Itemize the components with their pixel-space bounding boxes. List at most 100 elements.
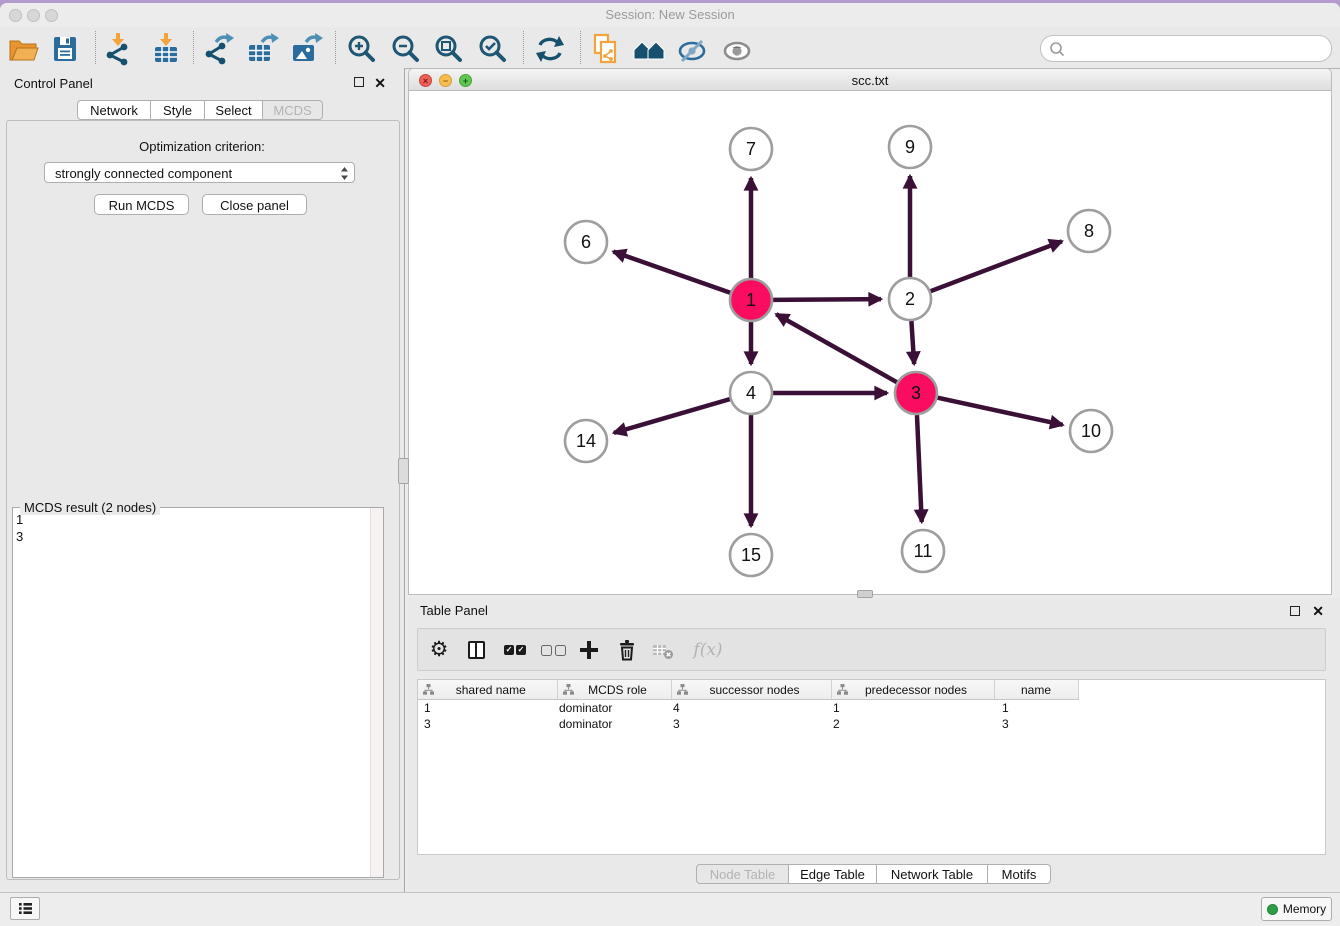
tab-select[interactable]: Select <box>205 100 263 120</box>
tab-mcds[interactable]: MCDS <box>263 100 323 120</box>
toolbar-separator <box>193 31 194 64</box>
column-header-shared-name[interactable]: shared name <box>418 680 557 700</box>
edge-2-3[interactable] <box>911 321 914 364</box>
refresh-layout-icon[interactable] <box>533 32 567 66</box>
network-view-titlebar: × − + scc.txt <box>408 68 1332 91</box>
column-panes-icon[interactable] <box>464 638 488 662</box>
zoom-out-icon[interactable] <box>389 32 423 66</box>
export-table-icon[interactable] <box>245 32 279 66</box>
edge-1-6[interactable] <box>613 252 730 293</box>
select-all-columns-icon[interactable]: ✓✓ <box>501 638 529 662</box>
node-table: shared name MCDS role successor nodes pr… <box>418 680 1325 732</box>
app-window: Session: New Session <box>0 3 1340 926</box>
main-toolbar <box>0 27 1340 69</box>
edge-3-11[interactable] <box>917 415 922 522</box>
delete-column-icon[interactable] <box>651 638 675 662</box>
node-10[interactable]: 10 <box>1070 410 1112 452</box>
hierarchy-icon <box>422 683 435 696</box>
run-mcds-button[interactable]: Run MCDS <box>94 194 189 215</box>
control-panel-float-icon[interactable] <box>354 77 364 87</box>
node-6[interactable]: 6 <box>565 221 607 263</box>
toolbar-separator <box>335 31 336 64</box>
screen: { "window": { "title": "Session: New Ses… <box>0 0 1340 926</box>
table-splitter-grip[interactable] <box>857 590 873 598</box>
import-network-icon[interactable] <box>101 32 135 66</box>
column-header-successor-nodes[interactable]: successor nodes <box>671 680 831 700</box>
hide-selected-eye-slash-icon[interactable] <box>675 32 709 66</box>
column-header-mcds-role[interactable]: MCDS role <box>557 680 671 700</box>
network-view-window: × − + scc.txt 1 2 3 4 6 7 8 9 10 11 14 15 <box>408 68 1332 595</box>
task-list-icon <box>18 901 33 916</box>
save-session-icon[interactable] <box>48 32 82 66</box>
column-header-predecessor-nodes[interactable]: predecessor nodes <box>831 680 994 700</box>
edge-3-1[interactable] <box>776 314 897 382</box>
show-all-eye-icon[interactable] <box>720 32 754 66</box>
node-8[interactable]: 8 <box>1068 210 1110 252</box>
optimization-criterion-label: Optimization criterion: <box>0 139 404 154</box>
tab-motifs[interactable]: Motifs <box>988 864 1051 884</box>
table-panel-float-icon[interactable] <box>1290 606 1300 616</box>
search-icon <box>1048 40 1068 60</box>
svg-text:11: 11 <box>914 541 933 561</box>
node-table-container: shared name MCDS role successor nodes pr… <box>417 679 1326 855</box>
svg-text:10: 10 <box>1081 421 1101 441</box>
node-2[interactable]: 2 <box>889 278 931 320</box>
export-network-icon[interactable] <box>201 32 235 66</box>
memory-button[interactable]: Memory <box>1261 897 1332 921</box>
import-table-icon[interactable] <box>149 32 183 66</box>
unselect-all-columns-icon[interactable] <box>539 638 567 662</box>
zoom-in-icon[interactable] <box>345 32 379 66</box>
edge-2-8[interactable] <box>931 241 1062 291</box>
tab-style[interactable]: Style <box>151 100 205 120</box>
add-row-plus-icon[interactable] <box>577 638 601 662</box>
node-9[interactable]: 9 <box>889 126 931 168</box>
edge-1-2[interactable] <box>773 299 881 300</box>
edge-4-14[interactable] <box>614 399 730 433</box>
open-session-icon[interactable] <box>6 32 40 66</box>
node-3[interactable]: 3 <box>895 372 937 414</box>
hierarchy-icon <box>836 683 849 696</box>
table-panel-close-icon[interactable]: ✕ <box>1312 604 1324 618</box>
edge-3-10[interactable] <box>937 398 1062 425</box>
network-canvas[interactable]: 1 2 3 4 6 7 8 9 10 11 14 15 <box>408 91 1332 595</box>
tab-network-table[interactable]: Network Table <box>877 864 988 884</box>
zoom-fit-icon[interactable] <box>432 32 466 66</box>
table-panel: Table Panel ✕ ⚙ ✓✓ f(x) shared name MCDS… <box>408 598 1340 893</box>
tab-node-table[interactable]: Node Table <box>696 864 789 884</box>
node-4[interactable]: 4 <box>730 372 772 414</box>
task-history-button[interactable] <box>10 897 40 920</box>
toolbar-separator <box>523 31 524 64</box>
delete-row-trash-icon[interactable] <box>615 638 639 662</box>
apply-function-icon[interactable]: f(x) <box>690 638 726 662</box>
svg-text:7: 7 <box>746 139 756 159</box>
table-row[interactable]: 1dominator411 <box>418 700 1325 717</box>
mcds-result-scrollbar[interactable] <box>370 508 383 877</box>
memory-label: Memory <box>1283 902 1326 916</box>
svg-text:8: 8 <box>1084 221 1094 241</box>
svg-text:9: 9 <box>905 137 915 157</box>
node-7[interactable]: 7 <box>730 128 772 170</box>
node-15[interactable]: 15 <box>730 534 772 576</box>
node-11[interactable]: 11 <box>902 530 944 572</box>
criterion-selected-value: strongly connected component <box>55 166 232 181</box>
panel-splitter-grip[interactable] <box>398 458 409 484</box>
new-network-from-selection-icon[interactable] <box>588 32 622 66</box>
column-header-name[interactable]: name <box>994 680 1078 700</box>
search-input[interactable] <box>1067 38 1326 59</box>
tab-network[interactable]: Network <box>77 100 151 120</box>
window-titlebar: Session: New Session <box>0 3 1340 28</box>
criterion-select[interactable]: strongly connected component <box>44 162 355 183</box>
network-view-title: scc.txt <box>409 73 1331 88</box>
tab-edge-table[interactable]: Edge Table <box>789 864 877 884</box>
table-settings-gear-icon[interactable]: ⚙ <box>427 638 451 662</box>
node-14[interactable]: 14 <box>565 420 607 462</box>
node-1[interactable]: 1 <box>730 279 772 321</box>
close-panel-button[interactable]: Close panel <box>202 194 307 215</box>
toolbar-separator <box>580 31 581 64</box>
first-neighbors-houses-icon[interactable] <box>632 32 666 66</box>
zoom-selected-icon[interactable] <box>476 32 510 66</box>
table-row[interactable]: 3dominator323 <box>418 716 1325 732</box>
export-image-icon[interactable] <box>289 32 323 66</box>
control-panel-close-icon[interactable]: ✕ <box>374 76 386 90</box>
mcds-result-list: 13 <box>16 511 366 876</box>
